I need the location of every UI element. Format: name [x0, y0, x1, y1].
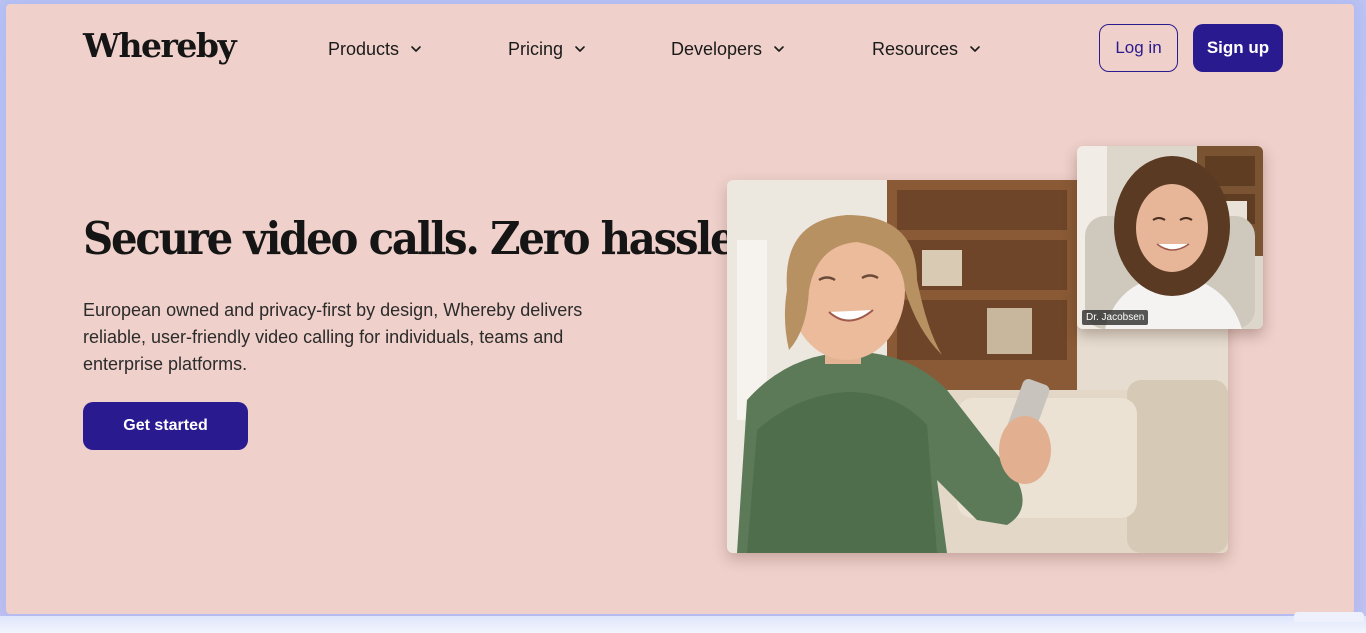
browser-frame: Whereby Products Pricing Developers Reso… [0, 0, 1366, 633]
nav-developers[interactable]: Developers [671, 38, 786, 60]
participant-name-label: Dr. Jacobsen [1082, 310, 1149, 325]
nav-resources[interactable]: Resources [872, 38, 982, 60]
hero-title: Secure video calls. Zero hassle [83, 212, 737, 265]
whereby-logo[interactable]: Whereby [83, 26, 237, 65]
chevron-down-icon [772, 42, 786, 56]
nav-products[interactable]: Products [328, 38, 423, 60]
nav-pricing[interactable]: Pricing [508, 38, 587, 60]
nav-pricing-label: Pricing [508, 38, 564, 59]
signup-button[interactable]: Sign up [1193, 24, 1283, 72]
chevron-down-icon [409, 42, 423, 56]
chevron-down-icon [968, 42, 982, 56]
nav-products-label: Products [328, 38, 400, 59]
floating-widget-tab[interactable] [1294, 612, 1364, 622]
chevron-down-icon [573, 42, 587, 56]
doctor-portrait-illustration [1077, 146, 1263, 329]
login-button[interactable]: Log in [1099, 24, 1178, 72]
browser-bottom-bar [0, 616, 1366, 633]
page-canvas: Whereby Products Pricing Developers Reso… [6, 4, 1354, 614]
hero-description: European owned and privacy-first by desi… [83, 300, 583, 374]
nav-developers-label: Developers [671, 38, 763, 59]
nav-resources-label: Resources [872, 38, 959, 59]
get-started-button[interactable]: Get started [83, 402, 248, 450]
video-call-pip-image: Dr. Jacobsen [1077, 146, 1263, 329]
